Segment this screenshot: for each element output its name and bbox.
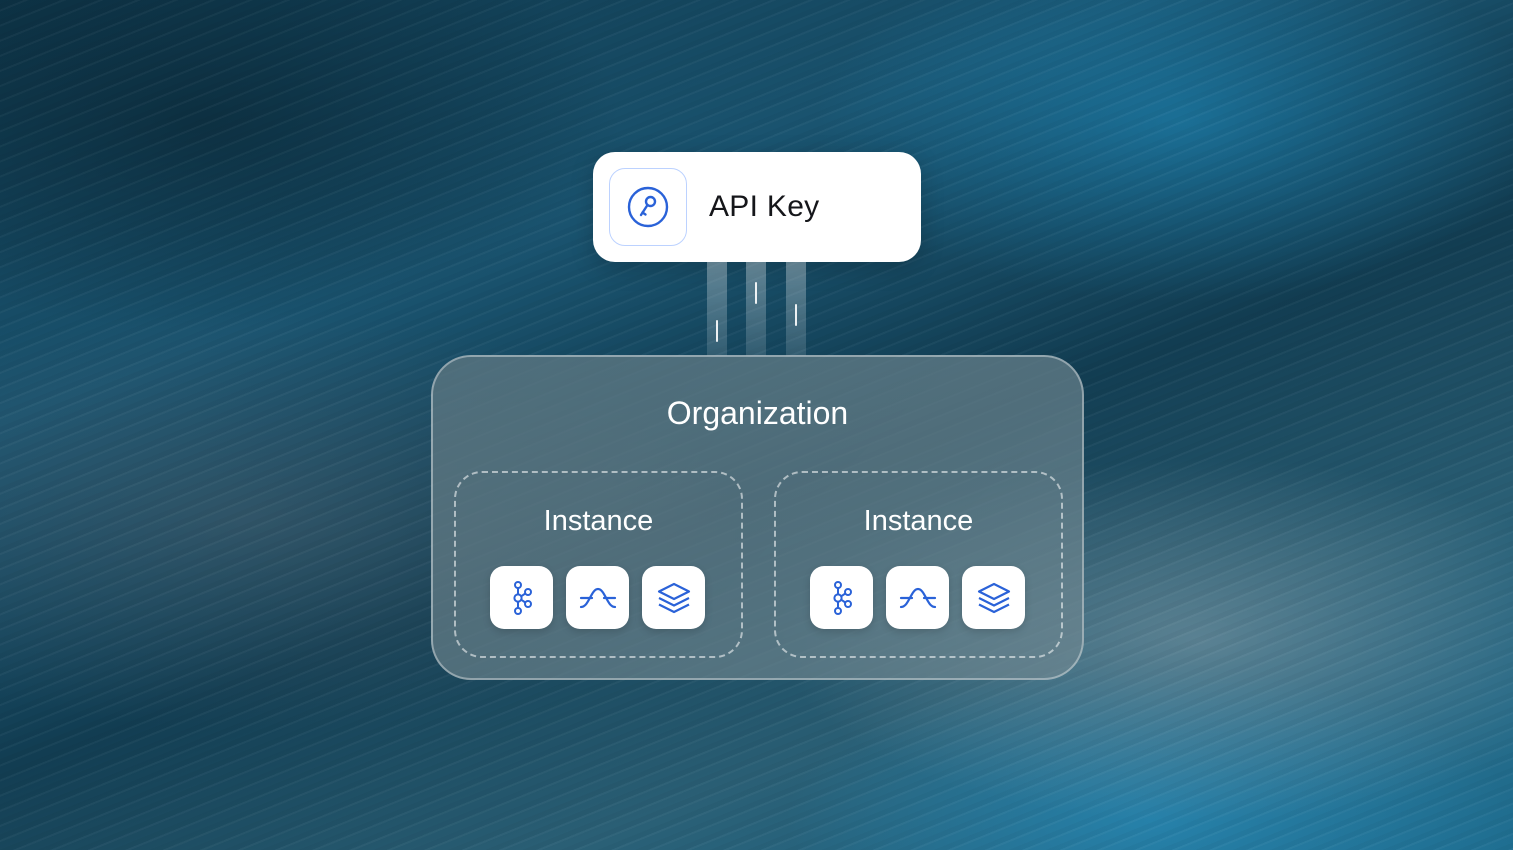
- layers-icon: [977, 582, 1010, 613]
- organization-container: Organization Instance Instance: [431, 355, 1084, 680]
- instance-box-2: Instance: [774, 471, 1063, 658]
- bell-curve-icon: [579, 587, 616, 608]
- connector-line-center: [746, 262, 766, 356]
- connector-pulse: [755, 282, 757, 304]
- layers-tile: [642, 566, 705, 629]
- cluster-nodes-icon: [512, 580, 532, 615]
- instance-title: Instance: [543, 505, 654, 537]
- api-key-card: API Key: [593, 152, 921, 262]
- bell-curve-icon: [899, 587, 936, 608]
- layers-icon: [657, 582, 690, 613]
- instance-title: Instance: [863, 505, 974, 537]
- organization-title: Organization: [666, 395, 849, 431]
- instance-service-icons: [810, 566, 1025, 629]
- cluster-tile: [490, 566, 553, 629]
- api-key-label: API Key: [709, 190, 820, 223]
- connector-pulse: [795, 304, 797, 326]
- connector-pulse: [716, 320, 718, 342]
- api-key-icon-box: [609, 168, 687, 246]
- cluster-nodes-icon: [832, 580, 852, 615]
- connector-line-left: [707, 262, 727, 356]
- instance-box-1: Instance: [454, 471, 743, 658]
- connector-line-right: [786, 262, 806, 356]
- instance-service-icons: [490, 566, 705, 629]
- layers-tile: [962, 566, 1025, 629]
- key-icon: [627, 186, 669, 228]
- cluster-tile: [810, 566, 873, 629]
- distribution-tile: [566, 566, 629, 629]
- distribution-tile: [886, 566, 949, 629]
